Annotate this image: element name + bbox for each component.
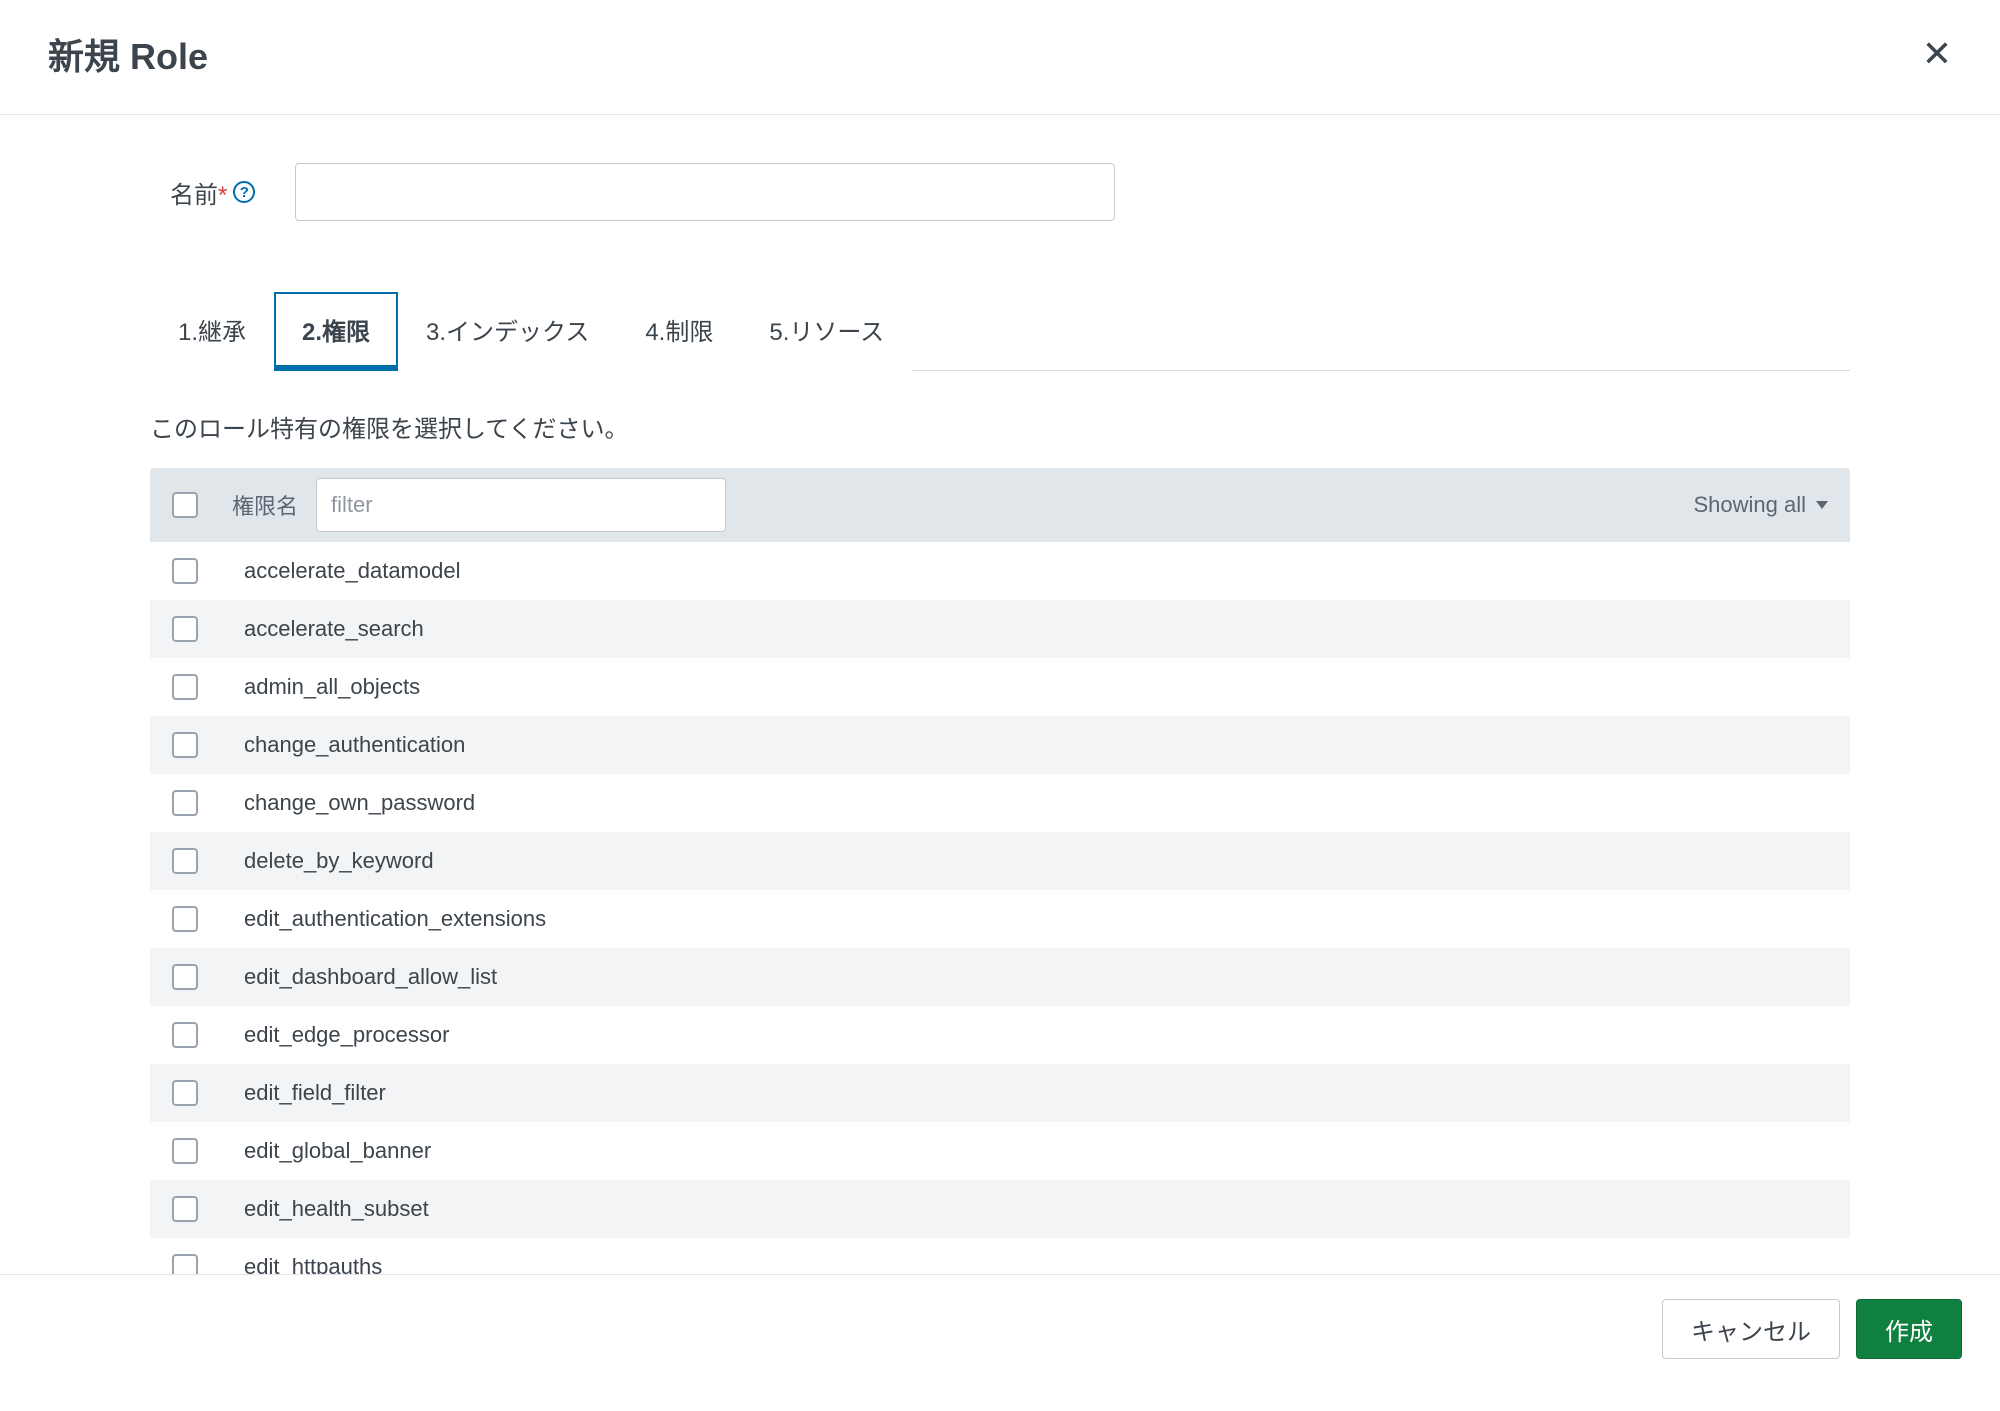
permissions-table: 権限名 Showing all accelerate_datamodelacce… [150,468,1850,1275]
close-icon[interactable]: ✕ [1922,36,1952,72]
permission-name-column-header: 権限名 [232,489,298,521]
table-row: change_own_password [150,774,1850,832]
row-checkbox-cell [172,790,232,816]
select-all-checkbox[interactable] [172,492,198,518]
select-all-cell [172,492,232,518]
row-checkbox[interactable] [172,1254,198,1275]
row-checkbox[interactable] [172,964,198,990]
row-checkbox-cell [172,674,232,700]
create-button[interactable]: 作成 [1856,1299,1962,1359]
permission-name: edit_authentication_extensions [244,906,546,932]
table-row: delete_by_keyword [150,832,1850,890]
name-input[interactable] [295,163,1115,221]
table-row: admin_all_objects [150,658,1850,716]
row-checkbox[interactable] [172,674,198,700]
permission-name: accelerate_search [244,616,424,642]
tab-description: このロール特有の権限を選択してください。 [150,409,1850,444]
row-checkbox-cell [172,732,232,758]
table-row: accelerate_search [150,600,1850,658]
row-checkbox-cell [172,964,232,990]
dialog-content: 名前* ? 1.継承2.権限3.インデックス4.制限5.リソース このロール特有… [150,115,1850,1275]
permission-filter-input[interactable] [316,478,726,532]
permission-name: change_authentication [244,732,465,758]
row-checkbox[interactable] [172,848,198,874]
required-asterisk: * [218,182,227,209]
row-checkbox[interactable] [172,1196,198,1222]
cancel-button[interactable]: キャンセル [1662,1299,1840,1359]
row-checkbox[interactable] [172,906,198,932]
permissions-table-body: accelerate_datamodel accelerate_searchadm… [150,542,1850,1275]
showing-filter-dropdown[interactable]: Showing all [1693,492,1828,518]
permission-name: edit_httpauths [244,1254,382,1275]
tab-3[interactable]: 4.制限 [617,292,741,371]
row-checkbox[interactable] [172,1080,198,1106]
row-checkbox-cell [172,848,232,874]
table-row: edit_health_subset [150,1180,1850,1238]
table-row: edit_global_banner [150,1122,1850,1180]
name-label-text: 名前 [170,182,218,209]
row-checkbox-cell [172,1138,232,1164]
row-checkbox[interactable] [172,616,198,642]
permission-name: accelerate_datamodel [244,558,460,584]
dialog-footer: キャンセル 作成 [0,1275,2000,1383]
row-checkbox[interactable] [172,558,198,584]
row-checkbox-cell [172,906,232,932]
dialog-title: 新規 Role [48,28,208,80]
table-row: edit_edge_processor [150,1006,1850,1064]
table-row: edit_httpauths [150,1238,1850,1275]
row-checkbox[interactable] [172,1022,198,1048]
permission-name: edit_dashboard_allow_list [244,964,497,990]
tab-4[interactable]: 5.リソース [741,292,912,371]
row-checkbox-cell [172,1196,232,1222]
tab-0[interactable]: 1.継承 [150,292,274,371]
tab-bar: 1.継承2.権限3.インデックス4.制限5.リソース [150,291,1850,371]
row-checkbox[interactable] [172,790,198,816]
permission-name: edit_edge_processor [244,1022,449,1048]
table-row: edit_dashboard_allow_list [150,948,1850,1006]
row-checkbox[interactable] [172,732,198,758]
dialog-body-scroll[interactable]: 名前* ? 1.継承2.権限3.インデックス4.制限5.リソース このロール特有… [0,115,2000,1275]
name-label: 名前* [170,175,227,210]
row-checkbox[interactable] [172,1138,198,1164]
tab-2[interactable]: 3.インデックス [398,292,617,371]
table-row: accelerate_datamodel [150,542,1850,600]
showing-filter-label: Showing all [1693,492,1806,518]
row-checkbox-cell [172,558,232,584]
row-checkbox-cell [172,1254,232,1275]
row-checkbox-cell [172,1022,232,1048]
permission-name: admin_all_objects [244,674,420,700]
help-icon[interactable]: ? [233,181,255,203]
row-checkbox-cell [172,616,232,642]
table-row: edit_field_filter [150,1064,1850,1122]
permission-name: edit_health_subset [244,1196,429,1222]
permissions-table-header: 権限名 Showing all [150,468,1850,542]
tab-1[interactable]: 2.権限 [274,292,398,371]
caret-down-icon [1816,501,1828,509]
table-row: change_authentication [150,716,1850,774]
name-field-row: 名前* ? [150,163,1850,221]
permission-name: delete_by_keyword [244,848,434,874]
row-checkbox-cell [172,1080,232,1106]
table-row: edit_authentication_extensions [150,890,1850,948]
permission-name: edit_global_banner [244,1138,431,1164]
permission-name: edit_field_filter [244,1080,386,1106]
dialog-header: 新規 Role ✕ [0,0,2000,115]
permission-name: change_own_password [244,790,475,816]
